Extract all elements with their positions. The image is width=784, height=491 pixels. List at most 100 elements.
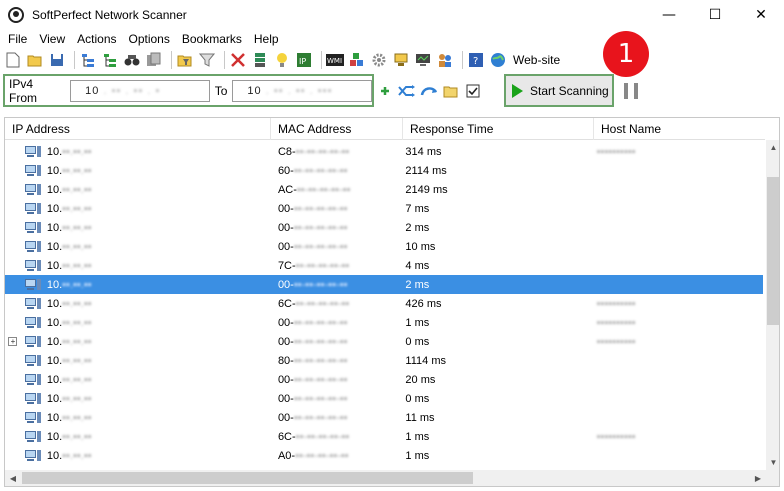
copy-icon[interactable] (145, 51, 163, 69)
mac-address-value: 60- (277, 164, 294, 177)
table-row[interactable]: 10. ▪▪.▪▪.▪▪ 00- ▪▪-▪▪-▪▪-▪▪-▪▪ 11 ms (5, 408, 763, 427)
table-row[interactable]: 10. ▪▪.▪▪.▪▪ 80- ▪▪-▪▪-▪▪-▪▪-▪▪ 1114 ms (5, 351, 763, 370)
menu-actions[interactable]: Actions (71, 32, 122, 46)
host-name-masked: ▪▪▪▪▪▪▪▪▪▪ (596, 316, 636, 329)
table-row[interactable]: 10. ▪▪.▪▪.▪▪ C8- ▪▪-▪▪-▪▪-▪▪-▪▪ 314 ms ▪▪▪▪▪… (5, 142, 763, 161)
table-row[interactable]: 10. ▪▪.▪▪.▪▪ 6C- ▪▪-▪▪-▪▪-▪▪-▪▪ 1 ms ▪▪▪▪▪▪▪… (5, 427, 763, 446)
new-icon[interactable] (4, 51, 22, 69)
toolbar-separator (171, 51, 172, 69)
tree-add-icon[interactable] (79, 51, 97, 69)
table-row[interactable]: 10. ▪▪.▪▪.▪▪ 7C- ▪▪-▪▪-▪▪-▪▪-▪▪ 4 ms (5, 256, 763, 275)
table-row[interactable]: 10. ▪▪.▪▪.▪▪ AC- ▪▪-▪▪-▪▪-▪▪-▪▪ 2149 ms (5, 180, 763, 199)
table-row[interactable]: 10. ▪▪.▪▪.▪▪ 00- ▪▪-▪▪-▪▪-▪▪-▪▪ 2 ms (5, 275, 763, 294)
ip-masked: ▪▪.▪▪.▪▪ (62, 335, 92, 348)
column-ip-address[interactable]: IP Address (5, 118, 271, 140)
host-name-cell (594, 446, 763, 465)
website-link[interactable]: Web-site (513, 53, 560, 67)
shuffle-icon[interactable] (398, 82, 416, 100)
table-row[interactable]: 10. ▪▪.▪▪.▪▪ 00- ▪▪-▪▪-▪▪-▪▪-▪▪ 7 ms (5, 199, 763, 218)
monitor-icon[interactable] (414, 51, 432, 69)
ip-address-value: 10. (46, 202, 63, 215)
menu-file[interactable]: File (2, 32, 33, 46)
close-button[interactable]: ✕ (738, 0, 784, 30)
gear-icon[interactable] (370, 51, 388, 69)
response-time-cell: 2149 ms (405, 183, 448, 196)
response-time-cell: 1 ms (405, 430, 430, 443)
mac-address-value: 00- (277, 278, 294, 291)
add-plus-icon[interactable] (376, 82, 394, 100)
results-grid[interactable]: IP Address MAC Address Response Time Hos… (4, 117, 780, 487)
table-row[interactable]: 10. ▪▪.▪▪.▪▪ 00- ▪▪-▪▪-▪▪-▪▪-▪▪ 20 ms (5, 370, 763, 389)
scroll-right-icon[interactable]: ▶ (750, 470, 766, 486)
mac-masked: ▪▪-▪▪-▪▪-▪▪-▪▪ (293, 354, 348, 367)
column-host-name[interactable]: Host Name (594, 118, 765, 140)
menu-view[interactable]: View (33, 32, 71, 46)
scroll-left-icon[interactable]: ◀ (5, 470, 21, 486)
vertical-scrollbar[interactable]: ▲ ▼ (766, 140, 779, 470)
table-row[interactable]: 10. ▪▪.▪▪.▪▪ 6C- ▪▪-▪▪-▪▪-▪▪-▪▪ 426 ms ▪▪▪▪▪… (5, 294, 763, 313)
column-response-time[interactable]: Response Time (403, 118, 594, 140)
ip-masked: ▪▪.▪▪.▪▪ (62, 392, 92, 405)
start-scanning-button[interactable]: Start Scanning (504, 74, 614, 107)
menu-bar: File View Actions Options Bookmarks Help (0, 30, 784, 48)
maximize-button[interactable]: ☐ (692, 0, 738, 30)
tools-icon[interactable] (229, 51, 247, 69)
host-name-cell: ▪▪▪▪▪▪▪▪▪▪ (594, 332, 763, 351)
mac-masked: ▪▪-▪▪-▪▪-▪▪-▪▪ (295, 430, 350, 443)
mac-masked: ▪▪-▪▪-▪▪-▪▪-▪▪ (295, 297, 350, 310)
ip-from-input[interactable]: 10 . ▪▪ . ▪▪ . ▪ (70, 79, 210, 102)
scroll-down-icon[interactable]: ▼ (766, 455, 779, 470)
menu-help[interactable]: Help (248, 32, 285, 46)
filter-folder-icon[interactable] (176, 51, 194, 69)
expand-plus-icon[interactable]: + (8, 337, 18, 346)
scroll-up-icon[interactable]: ▲ (766, 140, 779, 155)
computer-icon[interactable] (392, 51, 410, 69)
table-row[interactable]: 10. ▪▪.▪▪.▪▪ 00- ▪▪-▪▪-▪▪-▪▪-▪▪ 10 ms (5, 237, 763, 256)
table-row[interactable]: 10. ▪▪.▪▪.▪▪ A0- ▪▪-▪▪-▪▪-▪▪-▪▪ 1 ms (5, 446, 763, 465)
menu-bookmarks[interactable]: Bookmarks (176, 32, 248, 46)
find-icon[interactable] (123, 51, 141, 69)
ip-address-value: 10. (46, 392, 63, 405)
bulb-icon[interactable] (273, 51, 291, 69)
row-expander-cell (5, 313, 21, 332)
ip-from-masked: . ▪▪ . ▪▪ . ▪ (103, 84, 161, 97)
ip-to-input[interactable]: 10 . ▪▪ . ▪▪ . ▪▪▪ (232, 79, 372, 102)
save-icon[interactable] (48, 51, 66, 69)
tree-expand-icon[interactable] (101, 51, 119, 69)
table-row[interactable]: 10. ▪▪.▪▪.▪▪ 00- ▪▪-▪▪-▪▪-▪▪-▪▪ 2 ms (5, 218, 763, 237)
horizontal-scroll-thumb[interactable] (22, 472, 473, 484)
ip-address-cell: 10. ▪▪.▪▪.▪▪ (43, 427, 274, 446)
host-name-masked: ▪▪▪▪▪▪▪▪▪▪ (596, 335, 636, 348)
registry-icon[interactable] (348, 51, 366, 69)
vertical-scroll-thumb[interactable] (767, 177, 779, 325)
mac-address-value: 6C- (277, 430, 296, 443)
globe-icon[interactable] (489, 51, 507, 69)
menu-options[interactable]: Options (123, 32, 176, 46)
computer-icon (24, 316, 41, 329)
computer-icon (24, 335, 41, 348)
computer-icon-cell (21, 370, 43, 389)
users-icon[interactable] (436, 51, 454, 69)
table-row[interactable]: 10. ▪▪.▪▪.▪▪ 00- ▪▪-▪▪-▪▪-▪▪-▪▪ 0 ms (5, 389, 763, 408)
server-icon[interactable] (251, 51, 269, 69)
help-icon[interactable]: ? (467, 51, 485, 69)
pause-button[interactable] (624, 83, 638, 99)
table-row[interactable]: 10. ▪▪.▪▪.▪▪ 00- ▪▪-▪▪-▪▪-▪▪-▪▪ 1 ms ▪▪▪▪▪▪▪… (5, 313, 763, 332)
wmi-icon[interactable]: WMI (326, 51, 344, 69)
table-row[interactable]: 10. ▪▪.▪▪.▪▪ 60- ▪▪-▪▪-▪▪-▪▪-▪▪ 2114 ms (5, 161, 763, 180)
computer-icon-cell (21, 275, 43, 294)
mac-masked: ▪▪-▪▪-▪▪-▪▪-▪▪ (295, 449, 349, 462)
ip-address-cell: 10. ▪▪.▪▪.▪▪ (43, 389, 274, 408)
minimize-button[interactable]: — (646, 0, 692, 30)
filter-icon[interactable] (198, 51, 216, 69)
column-mac-address[interactable]: MAC Address (271, 118, 403, 140)
checkbox-icon[interactable] (464, 82, 482, 100)
ip-icon[interactable]: IP (295, 51, 313, 69)
horizontal-scrollbar[interactable]: ◀ ▶ (5, 470, 766, 486)
refresh-icon[interactable] (420, 82, 438, 100)
open-icon[interactable] (26, 51, 44, 69)
computer-icon-cell (21, 237, 43, 256)
mac-address-cell: 00- ▪▪-▪▪-▪▪-▪▪-▪▪ (274, 370, 403, 389)
folder-icon[interactable] (442, 82, 460, 100)
table-row[interactable]: +10. ▪▪.▪▪.▪▪ 00- ▪▪-▪▪-▪▪-▪▪-▪▪ 0 ms ▪▪▪▪▪▪… (5, 332, 763, 351)
